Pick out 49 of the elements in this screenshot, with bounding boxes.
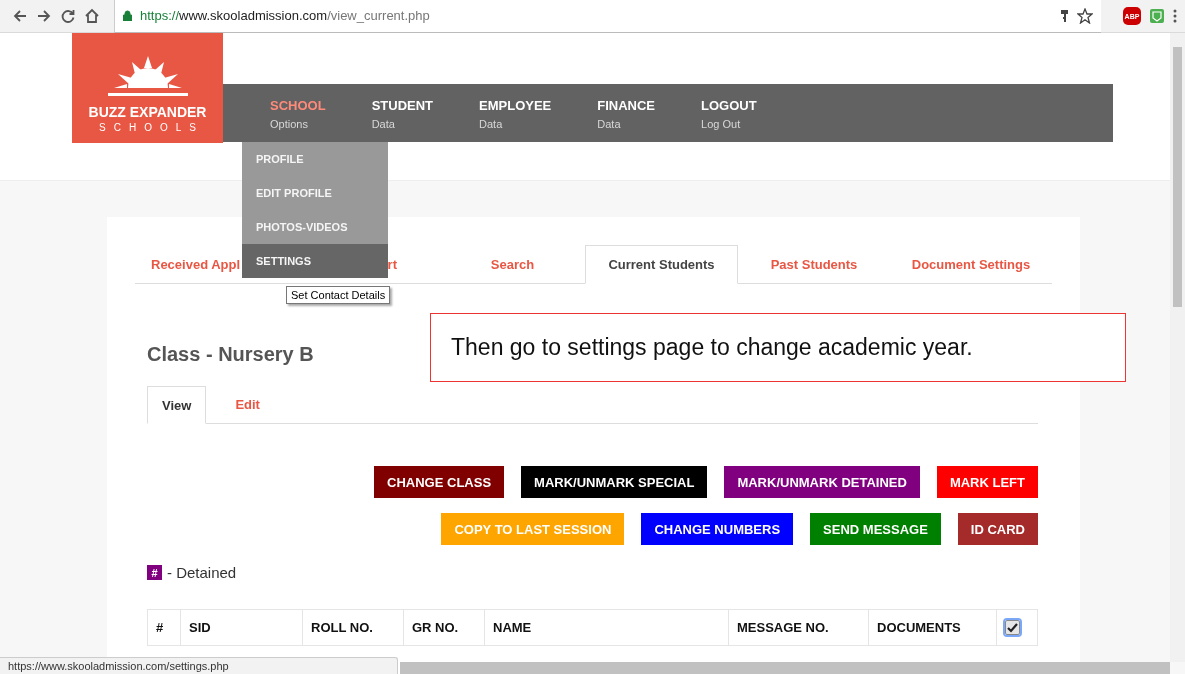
back-icon[interactable]	[12, 8, 28, 24]
column-header: NAME	[484, 609, 729, 646]
nav-item[interactable]: LOGOUT Log Out	[701, 96, 757, 130]
legend-text: - Detained	[167, 564, 237, 581]
column-header: #	[147, 609, 181, 646]
url-text: https://www.skooladmission.com/view_current.php	[140, 8, 430, 23]
checkbox[interactable]	[1005, 620, 1020, 635]
star-icon[interactable]	[1077, 7, 1093, 24]
nav-item[interactable]: STUDENT Data	[371, 96, 433, 130]
key-icon[interactable]	[1060, 8, 1069, 23]
tab[interactable]: Document Settings	[890, 245, 1052, 283]
nav-item[interactable]: FINANCE Data	[597, 96, 656, 130]
school-logo[interactable]: BUZZ EXPANDER SCHOOLS	[72, 33, 223, 143]
reload-icon[interactable]	[60, 8, 76, 24]
tab[interactable]: Past Students	[738, 245, 890, 283]
tab[interactable]: View	[147, 386, 207, 424]
action-button[interactable]: ID CARD	[957, 513, 1038, 545]
action-button[interactable]: MARK LEFT	[936, 466, 1038, 498]
horizontal-scrollbar[interactable]	[400, 662, 1170, 674]
forward-icon[interactable]	[36, 8, 52, 24]
column-header: DOCUMENTS	[868, 609, 997, 646]
menu-icon[interactable]	[1173, 9, 1177, 23]
lock-icon	[123, 10, 132, 21]
status-bar: https://www.skooladmission.com/settings.php	[0, 657, 398, 674]
menu-item[interactable]: SETTINGS	[242, 244, 388, 278]
column-header: ROLL NO.	[302, 609, 404, 646]
nav-item[interactable]: EMPLOYEE Data	[479, 96, 552, 130]
class-heading: Class - Nursery B	[147, 343, 314, 366]
tab[interactable]: Current Students	[585, 245, 738, 284]
tab[interactable]: Search	[440, 245, 585, 283]
action-button[interactable]: MARK/UNMARK DETAINED	[724, 466, 920, 498]
logo-name: BUZZ EXPANDER	[88, 104, 207, 120]
action-button[interactable]: CHANGE NUMBERS	[641, 513, 794, 545]
action-button[interactable]: CHANGE CLASS	[374, 466, 505, 498]
scrollbar-thumb[interactable]	[1173, 47, 1182, 307]
home-icon[interactable]	[84, 8, 100, 24]
column-header: GR NO.	[403, 609, 485, 646]
detained-badge: #	[147, 565, 162, 580]
logo-subtitle: SCHOOLS	[99, 122, 204, 133]
tab[interactable]: Edit	[221, 386, 274, 423]
column-header: SID	[180, 609, 303, 646]
action-button[interactable]: MARK/UNMARK SPECIAL	[521, 466, 708, 498]
sun-logo-icon	[107, 54, 188, 98]
address-bar[interactable]: https://www.skooladmission.com/view_current.php	[114, 0, 1101, 33]
column-header: MESSAGE NO.	[728, 609, 869, 646]
annotation-callout: Then go to settings page to change academic year.	[430, 313, 1126, 382]
nav-item[interactable]: SCHOOL Options	[270, 96, 326, 130]
tooltip: Set Contact Details	[286, 286, 391, 304]
action-button[interactable]: SEND MESSAGE	[810, 513, 941, 545]
